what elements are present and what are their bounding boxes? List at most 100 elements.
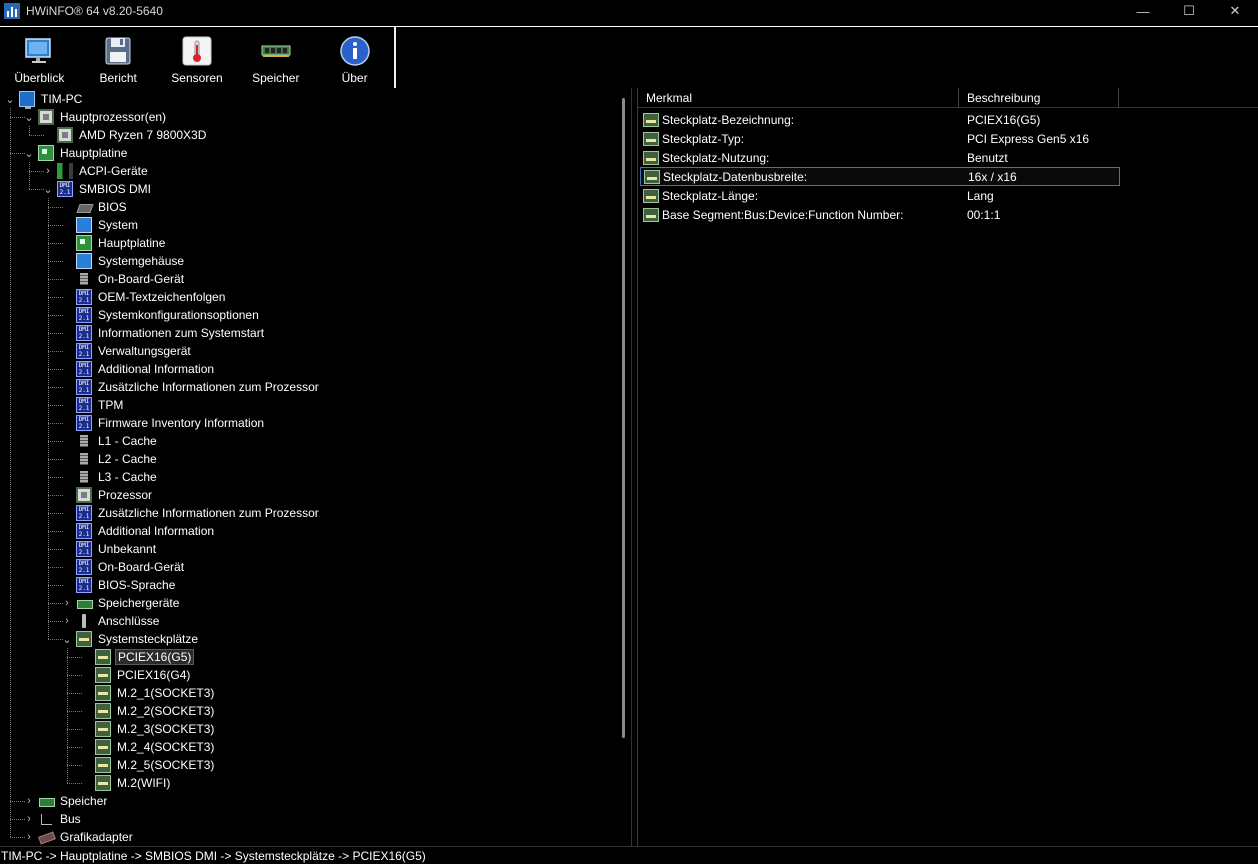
tree-item[interactable]: ⌄ Hauptplatine — [23, 144, 129, 162]
tree-item[interactable]: Hauptplatine — [61, 234, 167, 252]
dmi-icon: DMI 2.1 — [76, 541, 92, 557]
tree-item-label: Additional Information — [98, 524, 215, 538]
tree-item-label: AMD Ryzen 7 9800X3D — [79, 128, 207, 142]
tree-item-label: Verwaltungsgerät — [98, 344, 191, 358]
about-label: Über — [341, 71, 368, 85]
expand-chevron-icon[interactable]: › — [42, 162, 54, 180]
tree-item[interactable]: ⌄ Systemsteckplätze — [61, 630, 200, 648]
maximize-button[interactable]: ☐ — [1166, 0, 1212, 22]
tree-item[interactable]: DMI 2.1 Verwaltungsgerät — [61, 342, 193, 360]
description-column-header[interactable]: Beschreibung — [959, 88, 1119, 108]
expand-chevron-icon[interactable]: › — [23, 792, 35, 810]
tree-item-label: SMBIOS DMI — [79, 182, 152, 196]
detail-row[interactable]: Steckplatz-Nutzung: Benutzt — [640, 148, 1120, 167]
detail-value: 16x / x16 — [968, 169, 1017, 184]
memory-label: Speicher — [252, 71, 300, 85]
tree-item[interactable]: › Bus — [23, 810, 83, 828]
tree-item[interactable]: DMI 2.1 Informationen zum Systemstart — [61, 324, 266, 342]
tree-item[interactable]: › Grafikadapter — [23, 828, 135, 846]
tree-item[interactable]: Systemgehäuse — [61, 252, 186, 270]
report-button[interactable]: Bericht — [79, 27, 158, 89]
collapse-chevron-icon[interactable]: ⌄ — [23, 108, 35, 126]
hwinfo-app-icon — [4, 3, 20, 19]
tree-item[interactable]: M.2_1(SOCKET3) — [80, 684, 216, 702]
tree-connector-line — [48, 198, 49, 639]
tree-item[interactable]: On-Board-Gerät — [61, 270, 186, 288]
dmi-icon: DMI 2.1 — [76, 397, 92, 413]
slot-icon — [95, 757, 111, 773]
tree-item[interactable]: › ACPI-Geräte — [42, 162, 150, 180]
tree-item[interactable]: DMI 2.1 TPM — [61, 396, 125, 414]
detail-header: Merkmal Beschreibung — [638, 88, 1258, 108]
tree-item[interactable]: DMI 2.1 Zusätzliche Informationen zum Proz… — [61, 378, 321, 396]
tree-item[interactable]: › Speicher — [23, 792, 109, 810]
tree-scrollbar[interactable] — [620, 92, 626, 840]
tree-item[interactable]: DMI 2.1 Unbekannt — [61, 540, 158, 558]
tree-item[interactable]: DMI 2.1 Additional Information — [61, 522, 216, 540]
tree-item[interactable]: M.2_3(SOCKET3) — [80, 720, 216, 738]
tree-item[interactable]: DMI 2.1 Firmware Inventory Information — [61, 414, 266, 432]
tree-item[interactable]: › Speichergeräte — [61, 594, 181, 612]
tree-item[interactable]: BIOS — [61, 198, 129, 216]
tree-item[interactable]: ⌄ DMI 2.1 SMBIOS DMI — [42, 180, 153, 198]
detail-row[interactable]: Steckplatz-Datenbusbreite: 16x / x16 — [640, 167, 1120, 186]
tree-item[interactable]: DMI 2.1 BIOS-Sprache — [61, 576, 177, 594]
collapse-chevron-icon[interactable]: ⌄ — [61, 630, 73, 648]
detail-row[interactable]: Steckplatz-Typ: PCI Express Gen5 x16 — [640, 129, 1120, 148]
dmi-icon: DMI 2.1 — [76, 343, 92, 359]
tree-item-label: Hauptplatine — [98, 236, 166, 250]
expand-chevron-icon[interactable]: › — [61, 612, 73, 630]
tree-item[interactable]: Prozessor — [61, 486, 154, 504]
device-tree[interactable]: ⌄ TIM-PC ⌄ Hauptprozessor(en) AMD Ryzen 7 98… — [0, 88, 632, 846]
slot-icon — [95, 721, 111, 737]
feature-column-header[interactable]: Merkmal — [638, 88, 959, 108]
gpu-icon — [38, 829, 54, 845]
tree-item[interactable]: L3 - Cache — [61, 468, 159, 486]
tree-item[interactable]: DMI 2.1 Systemkonfigurationsoptionen — [61, 306, 261, 324]
detail-feature: Steckplatz-Datenbusbreite: — [663, 169, 808, 184]
tree-item[interactable]: L1 - Cache — [61, 432, 159, 450]
collapse-chevron-icon[interactable]: ⌄ — [42, 180, 54, 198]
detail-row[interactable]: Steckplatz-Länge: Lang — [640, 186, 1120, 205]
expand-chevron-icon[interactable]: › — [61, 594, 73, 612]
tree-item-label: M.2_4(SOCKET3) — [117, 740, 215, 754]
memory-button[interactable]: Speicher — [236, 27, 315, 89]
detail-row[interactable]: Base Segment:Bus:Device:Function Number:… — [640, 205, 1120, 224]
about-button[interactable]: Über — [315, 27, 394, 89]
tree-item[interactable]: AMD Ryzen 7 9800X3D — [42, 126, 208, 144]
tree-item-label: BIOS-Sprache — [98, 578, 176, 592]
dmi-icon: DMI 2.1 — [76, 307, 92, 323]
tree-item[interactable]: M.2_5(SOCKET3) — [80, 756, 216, 774]
tree-item[interactable]: ⌄ TIM-PC — [4, 90, 84, 109]
tree-item[interactable]: PCIEX16(G4) — [80, 666, 192, 684]
collapse-chevron-icon[interactable]: ⌄ — [4, 90, 16, 108]
minimize-button[interactable]: — — [1120, 0, 1166, 22]
tree-item[interactable]: › Anschlüsse — [61, 612, 161, 630]
tree-item[interactable]: ⌄ Hauptprozessor(en) — [23, 108, 168, 126]
tree-item[interactable]: DMI 2.1 Zusätzliche Informationen zum Proz… — [61, 504, 321, 522]
collapse-chevron-icon[interactable]: ⌄ — [23, 144, 35, 162]
tree-item[interactable]: PCIEX16(G5) — [80, 648, 195, 666]
mem-icon — [76, 271, 92, 287]
tree-item[interactable]: L2 - Cache — [61, 450, 159, 468]
close-button[interactable]: ✕ — [1212, 0, 1258, 22]
tree-scrollbar-thumb[interactable] — [622, 98, 625, 738]
tree-item[interactable]: M.2_4(SOCKET3) — [80, 738, 216, 756]
tree-item[interactable]: M.2(WIFI) — [80, 774, 172, 792]
expand-chevron-icon[interactable]: › — [23, 810, 35, 828]
tree-item[interactable]: DMI 2.1 Additional Information — [61, 360, 216, 378]
overview-button[interactable]: Überblick — [0, 27, 79, 89]
tree-item-label: Unbekannt — [98, 542, 157, 556]
tree-item[interactable]: System — [61, 216, 140, 234]
detail-row[interactable]: Steckplatz-Bezeichnung: PCIEX16(G5) — [640, 110, 1120, 129]
sensors-button[interactable]: Sensoren — [158, 27, 237, 89]
expand-chevron-icon[interactable]: › — [23, 828, 35, 846]
tree-item[interactable]: DMI 2.1 OEM-Textzeichenfolgen — [61, 288, 227, 306]
tree-item[interactable]: M.2_2(SOCKET3) — [80, 702, 216, 720]
tree-item[interactable]: DMI 2.1 On-Board-Gerät — [61, 558, 186, 576]
